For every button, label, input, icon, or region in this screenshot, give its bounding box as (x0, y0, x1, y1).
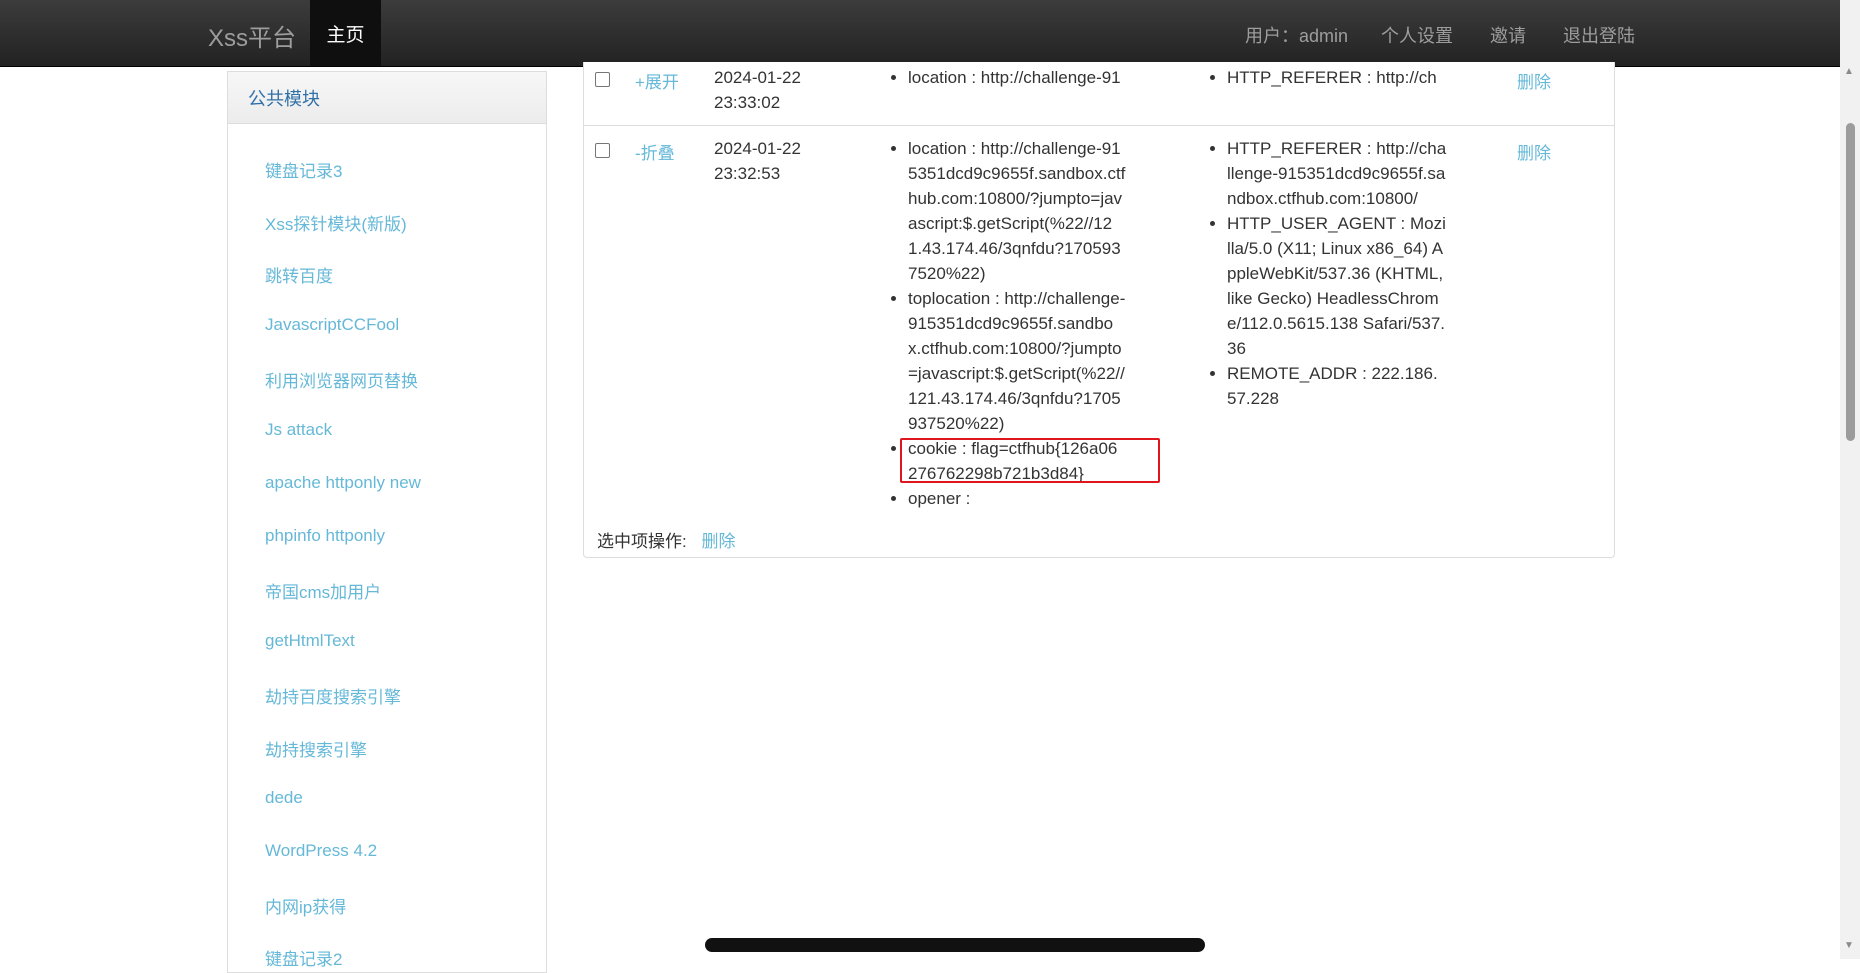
record-info-list: location : http://challenge-915351dcd9c9… (884, 136, 1126, 511)
sidebar-item[interactable]: 键盘记录3 (265, 157, 342, 182)
sidebar-item[interactable]: WordPress 4.2 (265, 841, 377, 861)
info-location: location : http://challenge-91 (908, 65, 1126, 90)
record-info-list: location : http://challenge-91 (884, 65, 1126, 90)
collapse-toggle[interactable]: -折叠 (635, 139, 675, 164)
record-time: 23:32:53 (714, 164, 781, 183)
horizontal-scrollbar[interactable] (705, 938, 1205, 952)
header-referer: HTTP_REFERER : http://ch (1227, 65, 1447, 90)
sidebar-item[interactable]: 劫持百度搜索引擎 (265, 683, 401, 708)
record-date: 2024-01-22 (714, 68, 801, 87)
sidebar-item[interactable]: 键盘记录2 (265, 945, 342, 970)
sidebar-item[interactable]: apache httponly new (265, 473, 421, 493)
scroll-up-arrow-icon[interactable]: ▲ (1844, 66, 1854, 77)
info-toplocation: toplocation : http://challenge-915351dcd… (908, 286, 1126, 436)
sidebar-item[interactable]: 帝国cms加用户 (265, 578, 381, 603)
brand-logo[interactable]: Xss平台 (208, 18, 296, 53)
sidebar-item[interactable]: phpinfo httponly (265, 526, 385, 546)
record-time: 23:33:02 (714, 93, 781, 112)
nav-logout[interactable]: 退出登陆 (1563, 22, 1635, 48)
record-headers-list: HTTP_REFERER : http://ch (1203, 65, 1447, 90)
sidebar-item[interactable]: dede (265, 788, 303, 808)
top-navbar: Xss平台 主页 用户：admin 个人设置 邀请 退出登陆 (0, 0, 1840, 67)
header-user-agent: HTTP_USER_AGENT : Mozilla/5.0 (X11; Linu… (1227, 211, 1447, 361)
sidebar-item[interactable]: getHtmlText (265, 631, 355, 651)
sidebar-item[interactable]: 劫持搜索引擎 (265, 736, 367, 761)
sidebar-header: 公共模块 (228, 72, 546, 124)
scroll-down-arrow-icon[interactable]: ▼ (1844, 940, 1854, 951)
module-sidebar: 公共模块 键盘记录3 Xss探针模块(新版) 跳转百度 JavascriptCC… (227, 71, 547, 973)
row-divider (584, 125, 1614, 126)
record-headers-list: HTTP_REFERER : http://challenge-915351dc… (1203, 136, 1447, 411)
records-panel: +展开 2024-01-22 23:33:02 location : http:… (583, 62, 1615, 558)
sidebar-item[interactable]: 利用浏览器网页替换 (265, 367, 418, 392)
bulk-actions: 选中项操作: 删除 (597, 527, 735, 552)
sidebar-item[interactable]: 内网ip获得 (265, 893, 346, 918)
delete-link[interactable]: 删除 (1517, 139, 1551, 164)
sidebar-item[interactable]: Xss探针模块(新版) (265, 210, 407, 235)
nav-invite[interactable]: 邀请 (1490, 22, 1526, 48)
nav-user[interactable]: 用户：admin (1245, 22, 1348, 48)
record-datetime: 2024-01-22 23:33:02 (714, 65, 801, 115)
sidebar-item[interactable]: Js attack (265, 420, 332, 440)
record-date: 2024-01-22 (714, 139, 801, 158)
row-checkbox[interactable] (595, 72, 610, 87)
info-location: location : http://challenge-915351dcd9c9… (908, 136, 1126, 286)
expand-toggle[interactable]: +展开 (635, 68, 679, 93)
nav-settings[interactable]: 个人设置 (1381, 22, 1453, 48)
header-remote-addr: REMOTE_ADDR : 222.186.57.228 (1227, 361, 1447, 411)
header-referer: HTTP_REFERER : http://challenge-915351dc… (1227, 136, 1447, 211)
nav-home[interactable]: 主页 (310, 0, 381, 66)
sidebar-item[interactable]: 跳转百度 (265, 262, 333, 287)
row-checkbox[interactable] (595, 143, 610, 158)
scrollbar-thumb[interactable] (1846, 123, 1855, 441)
delete-link[interactable]: 删除 (1517, 68, 1551, 93)
bulk-delete-link[interactable]: 删除 (701, 532, 735, 551)
bulk-actions-label: 选中项操作: (597, 532, 687, 551)
info-opener: opener : (908, 486, 1126, 511)
sidebar-item[interactable]: JavascriptCCFool (265, 315, 399, 335)
info-cookie: cookie : flag=ctfhub{126a06276762298b721… (908, 436, 1126, 486)
record-datetime: 2024-01-22 23:32:53 (714, 136, 801, 186)
